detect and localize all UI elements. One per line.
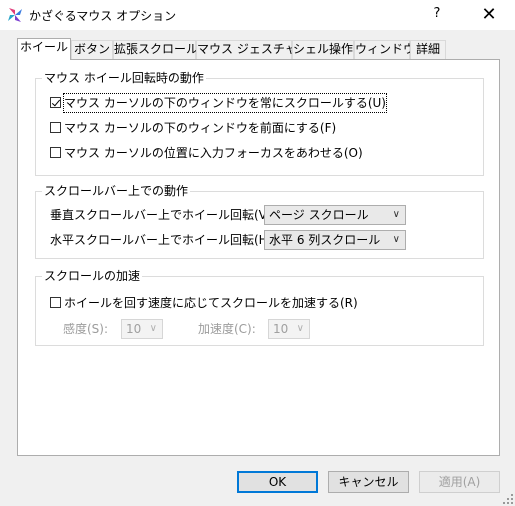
option-label: マウス カーソルの下のウィンドウを前面にする(F) [64, 121, 337, 135]
chevron-down-icon: ∨ [149, 323, 157, 334]
group-title: スクロールバー上での動作 [42, 184, 191, 198]
tab-extended-scroll[interactable]: 拡張スクロール [113, 40, 198, 59]
group-title: スクロールの加速 [42, 269, 143, 283]
wheel-behavior-group: マウス ホイール回転時の動作 マウス カーソルの下のウィンドウを常にスクロールす… [35, 71, 484, 176]
pinwheel-app-icon [8, 8, 22, 22]
help-button[interactable]: ? [428, 6, 446, 24]
vertical-scroll-select[interactable]: ページ スクロール ∨ [264, 205, 406, 225]
checkbox[interactable] [50, 97, 61, 108]
sensitivity-select[interactable]: 10 ∨ [121, 319, 163, 339]
select-value: ページ スクロール [269, 208, 369, 222]
acceleration-label: 加速度(C): [198, 322, 256, 336]
horizontal-scroll-select[interactable]: 水平 6 列スクロール ∨ [264, 230, 406, 250]
option-label: マウス カーソルの位置に入力フォーカスをあわせる(O) [64, 146, 363, 160]
group-title: マウス ホイール回転時の動作 [42, 71, 206, 85]
checkbox[interactable] [50, 147, 61, 158]
apply-button[interactable]: 適用(A) [419, 471, 500, 493]
option-label: マウス カーソルの下のウィンドウを常にスクロールする(U) [63, 93, 387, 113]
scrollbar-behavior-group: スクロールバー上での動作 垂直スクロールバー上でホイール回転(V): ページ ス… [35, 184, 484, 259]
tab-advanced[interactable]: 詳細 [410, 40, 446, 59]
window-title: かざぐるマウス オプション [29, 9, 177, 23]
tab-panel: マウス ホイール回転時の動作 マウス カーソルの下のウィンドウを常にスクロールす… [17, 59, 500, 456]
select-value: 水平 6 列スクロール [269, 233, 381, 247]
tab-mouse-gesture[interactable]: マウス ジェスチャー [196, 40, 309, 59]
tab-window[interactable]: ウィンドウ [354, 40, 415, 59]
title-bar: かざぐるマウス オプション ? ✕ [0, 0, 515, 30]
checkbox[interactable] [50, 122, 61, 133]
horizontal-scrollbar-label: 水平スクロールバー上でホイール回転(H): [50, 233, 277, 247]
sensitivity-label: 感度(S): [63, 322, 109, 336]
tab-shell-operation[interactable]: シェル操作 [292, 40, 354, 59]
tab-wheel[interactable]: ホイール [17, 38, 71, 60]
close-button[interactable]: ✕ [478, 4, 500, 26]
cancel-button[interactable]: キャンセル [328, 471, 409, 493]
acceleration-select[interactable]: 10 ∨ [268, 319, 310, 339]
resize-grip-icon[interactable] [503, 494, 513, 504]
ok-button[interactable]: OK [237, 471, 318, 493]
chevron-down-icon: ∨ [392, 234, 400, 245]
tab-button[interactable]: ボタン [71, 40, 113, 59]
checkbox[interactable] [50, 297, 61, 308]
chevron-down-icon: ∨ [296, 323, 304, 334]
vertical-scrollbar-label: 垂直スクロールバー上でホイール回転(V): [50, 208, 276, 222]
scroll-acceleration-group: スクロールの加速 ホイールを回す速度に応じてスクロールを加速する(R) 感度(S… [35, 269, 484, 346]
select-value: 10 [126, 322, 142, 336]
chevron-down-icon: ∨ [392, 209, 400, 220]
select-value: 10 [273, 322, 289, 336]
option-label: ホイールを回す速度に応じてスクロールを加速する(R) [64, 296, 358, 310]
